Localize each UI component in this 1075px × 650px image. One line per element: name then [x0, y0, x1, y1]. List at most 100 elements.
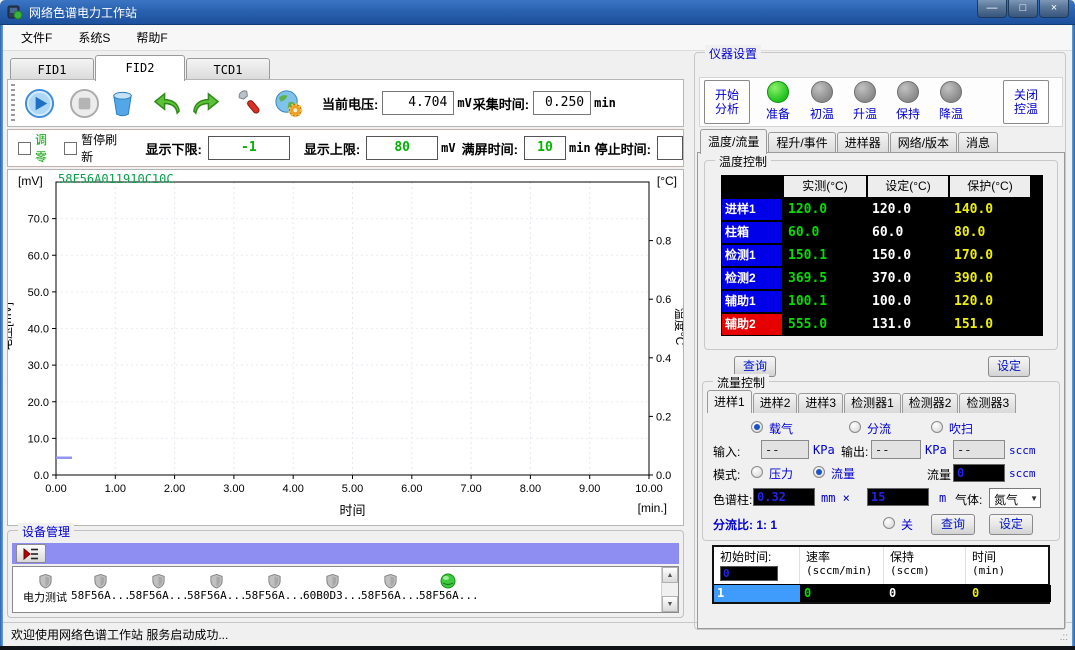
- device-list: 电力测试 58F56A... 58F56A... 58F56A... 58F56…: [12, 566, 679, 613]
- temp-row-detector2[interactable]: 检测2 369.5 370.0 390.0: [722, 268, 1025, 289]
- scroll-up-icon[interactable]: ▲: [662, 567, 678, 583]
- flow-mode-radio[interactable]: [813, 466, 825, 478]
- undo-arrow-icon[interactable]: [148, 84, 186, 122]
- device-icon: [187, 571, 245, 589]
- device-icon: [71, 571, 129, 589]
- app-icon: [7, 4, 23, 20]
- tab-temp-flow[interactable]: 温度/流量: [700, 129, 767, 154]
- split-off-radio[interactable]: [883, 517, 895, 529]
- output-pressure-field[interactable]: --: [871, 440, 921, 459]
- pressure-mode-radio[interactable]: [751, 466, 763, 478]
- device-item-online[interactable]: 58F56A...: [419, 571, 477, 610]
- initial-temp-light-icon: [811, 81, 833, 103]
- fullscreen-time-label: 满屏时间:: [462, 139, 518, 158]
- upper-limit-input[interactable]: 80: [366, 136, 438, 160]
- svg-text:0.4: 0.4: [656, 353, 671, 365]
- device-item[interactable]: 58F56A...: [187, 571, 245, 610]
- flow-tab-injector1[interactable]: 进样1: [707, 390, 752, 413]
- svg-text:0.0: 0.0: [656, 470, 671, 482]
- total-flow-field[interactable]: --: [953, 440, 1005, 459]
- tab-messages[interactable]: 消息: [958, 132, 998, 154]
- clear-bucket-icon[interactable]: [103, 84, 141, 122]
- chart-y-axis-label-left: 电压[mV]: [7, 302, 15, 351]
- flow-tab-injector3[interactable]: 进样3: [798, 393, 843, 413]
- temp-row-oven[interactable]: 柱箱 60.0 60.0 80.0: [722, 222, 1025, 243]
- globe-gear-icon[interactable]: [269, 84, 307, 122]
- ramp-table-row[interactable]: 1 0 0 0: [714, 585, 1048, 602]
- input-pressure-field[interactable]: --: [761, 440, 809, 459]
- acq-time-unit: min: [594, 96, 616, 110]
- title-bar[interactable]: 网络色谱电力工作站 — □ ×: [0, 0, 1075, 25]
- flow-set-button[interactable]: 设定: [989, 514, 1033, 535]
- status-light-heating: 升温: [843, 81, 887, 122]
- device-item[interactable]: 58F56A...: [361, 571, 419, 610]
- close-temp-control-button[interactable]: 关闭控温: [1003, 80, 1049, 124]
- toolbar-grip[interactable]: [11, 84, 15, 122]
- stop-time-input[interactable]: [657, 136, 683, 160]
- svg-text:0.2: 0.2: [656, 411, 671, 423]
- temp-row-aux2[interactable]: 辅助2 555.0 131.0 151.0: [722, 314, 1025, 335]
- split-radio[interactable]: [849, 421, 861, 433]
- maximize-button[interactable]: □: [1008, 0, 1038, 18]
- fullscreen-time-input[interactable]: 10: [524, 136, 566, 160]
- flow-tab-detector3[interactable]: 检测器3: [959, 393, 1016, 413]
- device-list-scrollbar[interactable]: ▲ ▼: [661, 567, 678, 612]
- device-item[interactable]: 58F56A...: [129, 571, 187, 610]
- device-item[interactable]: 58F56A...: [71, 571, 129, 610]
- device-item[interactable]: 60B0D3...: [303, 571, 361, 610]
- wrench-tools-icon[interactable]: [231, 84, 269, 122]
- resize-grip[interactable]: .::: [1060, 632, 1068, 643]
- chart-right-unit: [°C]: [657, 174, 677, 188]
- device-item[interactable]: 电力测试: [19, 571, 71, 610]
- menu-help[interactable]: 帮助F: [136, 29, 167, 46]
- ramp-hold-cell: 0: [886, 585, 968, 602]
- initial-time-field[interactable]: 0: [720, 566, 778, 581]
- tab-fid2[interactable]: FID2: [95, 55, 185, 81]
- stop-time-label: 停止时间:: [595, 139, 651, 158]
- tab-tcd1[interactable]: TCD1: [186, 58, 270, 81]
- zero-checkbox[interactable]: [18, 142, 31, 155]
- temp-row-detector1[interactable]: 检测1 150.1 150.0 170.0: [722, 245, 1025, 266]
- temp-header-measured: 实测(°C): [784, 176, 866, 197]
- minimize-button[interactable]: —: [977, 0, 1007, 18]
- flow-query-button[interactable]: 查询: [931, 514, 975, 535]
- scroll-down-icon[interactable]: ▼: [662, 596, 678, 612]
- flow-tab-detector1[interactable]: 检测器1: [844, 393, 901, 413]
- redo-arrow-icon[interactable]: [186, 84, 224, 122]
- gas-dropdown[interactable]: 氮气 ▼: [989, 488, 1041, 508]
- close-button[interactable]: ×: [1039, 0, 1069, 18]
- tab-injector[interactable]: 进样器: [837, 132, 889, 154]
- flow-tab-injector2[interactable]: 进样2: [753, 393, 798, 413]
- svg-text:1.00: 1.00: [105, 483, 126, 495]
- start-analysis-button[interactable]: 开始分析: [704, 80, 750, 124]
- tab-network-version[interactable]: 网络/版本: [890, 132, 957, 154]
- temp-set-button[interactable]: 设定: [988, 356, 1030, 377]
- flow-tab-detector2[interactable]: 检测器2: [902, 393, 959, 413]
- temp-row-injector1[interactable]: 进样1 120.0 120.0 140.0: [722, 199, 1025, 220]
- temp-row-aux1[interactable]: 辅助1 100.1 100.0 120.0: [722, 291, 1025, 312]
- lower-limit-input[interactable]: -1: [208, 136, 290, 160]
- dropdown-arrow-icon: ▼: [1030, 494, 1038, 503]
- column-diameter-field[interactable]: 0.32: [753, 488, 815, 506]
- device-list-toggle-button[interactable]: [16, 544, 46, 563]
- flow-control-title: 流量控制: [713, 374, 769, 391]
- tab-fid1[interactable]: FID1: [10, 58, 94, 81]
- carrier-gas-radio[interactable]: [751, 421, 763, 433]
- svg-text:0.0: 0.0: [34, 470, 49, 482]
- play-icon[interactable]: [20, 84, 58, 122]
- menu-system[interactable]: 系统S: [78, 29, 110, 46]
- menu-file[interactable]: 文件F: [21, 29, 52, 46]
- purge-radio[interactable]: [931, 421, 943, 433]
- stop-icon[interactable]: [65, 84, 103, 122]
- flow-setpoint-field[interactable]: 0: [953, 464, 1005, 482]
- column-length-field[interactable]: 15: [867, 488, 929, 506]
- tab-program-events[interactable]: 程升/事件: [768, 132, 835, 154]
- toolbar-separator: [227, 84, 228, 122]
- input-pressure-label: 输入:: [713, 443, 740, 460]
- device-toolbar: [12, 543, 679, 564]
- device-item[interactable]: 58F56A...: [245, 571, 303, 610]
- pause-refresh-checkbox[interactable]: [64, 142, 77, 155]
- initial-time-label: 初始时间:: [720, 550, 799, 564]
- detector-tabs: FID1 FID2 TCD1: [10, 55, 271, 81]
- svg-text:70.0: 70.0: [28, 214, 49, 226]
